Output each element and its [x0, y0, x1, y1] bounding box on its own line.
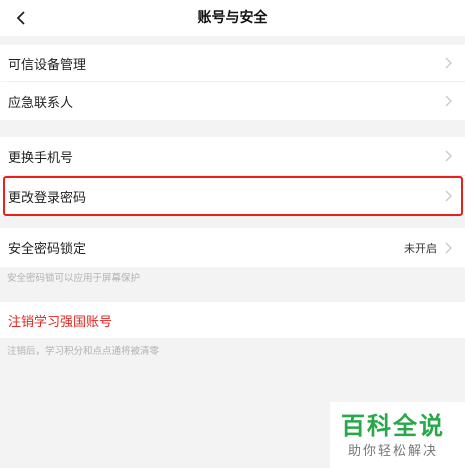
chevron-right-icon: [445, 150, 452, 162]
list-item-label: 应急联系人: [8, 95, 74, 111]
highlight-box: [3, 176, 463, 216]
page-title: 账号与安全: [197, 10, 268, 26]
chevron-right-icon: [445, 242, 452, 253]
chevron-right-icon: [445, 57, 452, 69]
deactivate-account-label: 注销学习强国账号: [8, 314, 113, 330]
list-item-emergency-contact[interactable]: 应急联系人: [0, 82, 465, 120]
list-item-change-phone[interactable]: 更换手机号: [0, 137, 465, 175]
top-bar: 账号与安全: [0, 0, 465, 36]
watermark-main-text: 百科全说: [341, 412, 445, 440]
list-item-label: 可信设备管理: [8, 57, 87, 73]
chevron-right-icon: [445, 95, 452, 107]
watermark-sub-text: 助你轻松解决: [348, 444, 439, 459]
security-lock-note: 安全密码锁可以应用于屏幕保护: [7, 273, 141, 284]
list-item-label: 更换手机号: [8, 150, 74, 166]
watermark-logo: 百科全说 助你轻松解决: [330, 402, 465, 468]
list-item-trusted-devices[interactable]: 可信设备管理: [0, 45, 465, 81]
list-item-security-lock[interactable]: 安全密码锁定 未开启: [0, 228, 465, 267]
deactivate-note: 注销后，学习积分和点点通将被清零: [7, 346, 160, 357]
list-item-label: 安全密码锁定: [8, 242, 87, 257]
status-value: 未开启: [404, 241, 437, 255]
list-item-deactivate-account[interactable]: 注销学习强国账号: [0, 302, 465, 338]
